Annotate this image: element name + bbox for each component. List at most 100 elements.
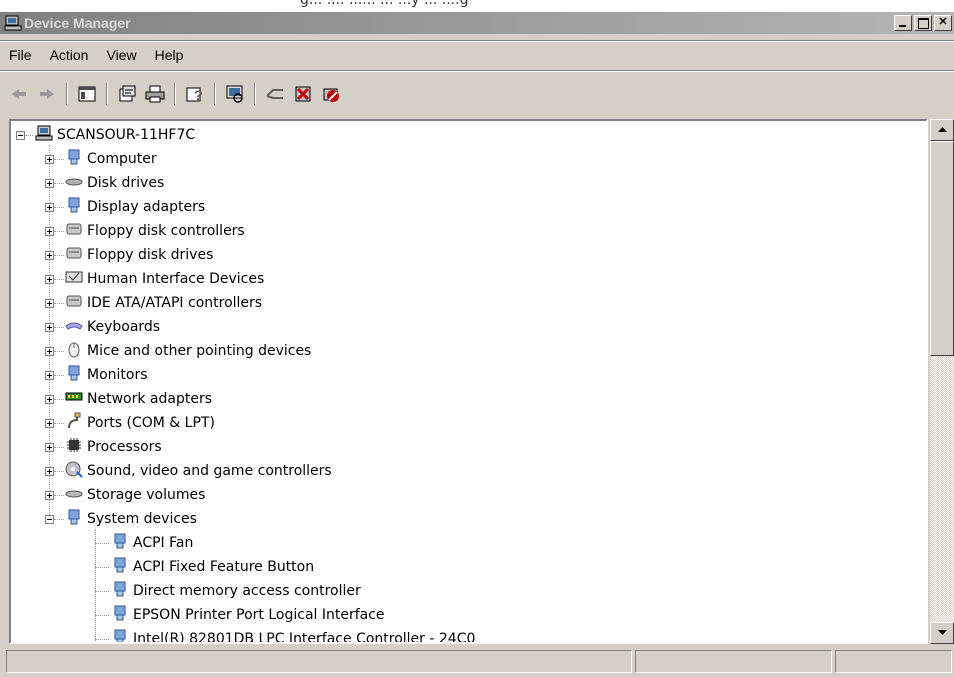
tree-category-keyboards[interactable]: Keyboards (65, 315, 160, 339)
tree-node-label: Sound, video and game controllers (87, 463, 332, 479)
minimize-button[interactable] (894, 15, 912, 31)
expand-toggle[interactable] (45, 227, 54, 236)
tree-node-label: Mice and other pointing devices (87, 343, 312, 359)
tree-category-processors[interactable]: Processors (65, 435, 162, 459)
vertical-scrollbar[interactable] (930, 119, 954, 644)
floppy-drive-icon (65, 244, 83, 266)
expand-toggle[interactable] (45, 347, 54, 356)
expand-toggle[interactable] (45, 419, 54, 428)
title-bar[interactable]: Device Manager ✕ (0, 12, 954, 34)
menu-bar: File Action View Help (0, 44, 192, 66)
system-device-icon (111, 604, 129, 626)
scroll-down-button[interactable] (930, 622, 954, 644)
forward-arrow-icon[interactable] (34, 81, 60, 107)
tree-category-ide-ata-atapi-controllers[interactable]: IDE ATA/ATAPI controllers (65, 291, 262, 315)
system-device-icon (111, 556, 129, 578)
expand-toggle[interactable] (45, 203, 54, 212)
system-device-icon (111, 580, 129, 602)
tree-line (54, 303, 64, 305)
tree-category-display-adapters[interactable]: Display adapters (65, 195, 205, 219)
tree-category-sound-video-and-game-controllers[interactable]: Sound, video and game controllers (65, 459, 332, 483)
tree-device-item[interactable]: ACPI Fan (111, 531, 193, 555)
sound-icon (65, 460, 83, 482)
expand-toggle[interactable] (45, 155, 54, 164)
disable-icon[interactable] (318, 81, 344, 107)
device-tree[interactable]: SCANSOUR-11HF7C Computer Disk drives Displa… (9, 119, 928, 644)
tree-line (95, 529, 97, 642)
tree-category-monitors[interactable]: Monitors (65, 363, 148, 387)
tree-device-item[interactable]: Intel(R) 82801DB LPC Interface Controlle… (111, 627, 475, 642)
menu-help[interactable]: Help (146, 44, 193, 66)
print-icon[interactable] (142, 81, 168, 107)
tree-category-floppy-disk-controllers[interactable]: Floppy disk controllers (65, 219, 245, 243)
background-text-fragment: g... .... ...... ... ...y ... ....g (0, 0, 954, 12)
display-adapter-icon (65, 196, 83, 218)
tree-category-network-adapters[interactable]: Network adapters (65, 387, 212, 411)
scroll-thumb[interactable] (930, 141, 954, 356)
close-button[interactable]: ✕ (934, 15, 952, 31)
collapse-toggle[interactable] (45, 515, 54, 524)
tree-line (54, 351, 64, 353)
tree-root-node[interactable]: SCANSOUR-11HF7C (35, 123, 195, 147)
expand-toggle[interactable] (45, 443, 54, 452)
properties-icon[interactable] (114, 81, 140, 107)
toolbar-separator (66, 83, 68, 105)
menu-file[interactable]: File (0, 44, 41, 66)
expand-toggle[interactable] (45, 251, 54, 260)
tree-node-label: Storage volumes (87, 487, 206, 503)
tree-node-label: Floppy disk drives (87, 247, 214, 263)
tree-category-floppy-disk-drives[interactable]: Floppy disk drives (65, 243, 213, 267)
tree-category-ports-com-lpt[interactable]: Ports (COM & LPT) (65, 411, 215, 435)
expand-toggle[interactable] (45, 299, 54, 308)
tree-category-human-interface-devices[interactable]: Human Interface Devices (65, 267, 264, 291)
tree-device-item[interactable]: Direct memory access controller (111, 579, 361, 603)
tree-device-item[interactable]: ACPI Fixed Feature Button (111, 555, 314, 579)
tree-node-label: IDE ATA/ATAPI controllers (87, 295, 263, 311)
expand-toggle[interactable] (45, 467, 54, 476)
tree-line (54, 471, 64, 473)
expand-toggle[interactable] (45, 179, 54, 188)
tree-line (54, 423, 64, 425)
expand-toggle[interactable] (45, 491, 54, 500)
menu-action[interactable]: Action (41, 44, 98, 66)
scroll-up-button[interactable] (930, 119, 954, 141)
help-icon[interactable]: ? (182, 81, 208, 107)
tree-line (95, 543, 109, 545)
toolbar-separator (174, 83, 176, 105)
expand-toggle[interactable] (45, 275, 54, 284)
tree-line (54, 495, 64, 497)
expand-toggle[interactable] (45, 323, 54, 332)
toolbar-separator (106, 83, 108, 105)
collapse-toggle[interactable] (16, 131, 25, 140)
menu-view[interactable]: View (97, 44, 145, 66)
tree-line (54, 327, 64, 329)
port-icon (65, 412, 83, 434)
tree-category-disk-drives[interactable]: Disk drives (65, 171, 164, 195)
mouse-icon (65, 340, 83, 362)
tree-category-system-devices[interactable]: System devices (65, 507, 197, 531)
update-driver-icon[interactable] (262, 81, 288, 107)
scan-hardware-icon[interactable] (222, 81, 248, 107)
maximize-button[interactable] (914, 15, 932, 31)
tree-node-label: Monitors (87, 367, 148, 383)
expand-toggle[interactable] (45, 395, 54, 404)
monitor-icon (65, 364, 83, 386)
computer-icon (65, 148, 83, 170)
uninstall-icon[interactable] (290, 81, 316, 107)
processor-icon (65, 436, 83, 458)
tree-node-label: EPSON Printer Port Logical Interface (133, 607, 385, 623)
tree-line (54, 447, 64, 449)
tree-line (54, 375, 64, 377)
tree-category-mice-and-other-pointing-devices[interactable]: Mice and other pointing devices (65, 339, 311, 363)
show-hide-console-tree-icon[interactable] (74, 81, 100, 107)
tree-category-computer[interactable]: Computer (65, 147, 157, 171)
hid-icon (65, 268, 83, 290)
back-arrow-icon[interactable] (6, 81, 32, 107)
expand-toggle[interactable] (45, 371, 54, 380)
tree-node-label: Processors (87, 439, 162, 455)
divider (0, 70, 954, 72)
tree-node-label: ACPI Fan (133, 535, 194, 551)
tree-category-storage-volumes[interactable]: Storage volumes (65, 483, 205, 507)
tree-device-item[interactable]: EPSON Printer Port Logical Interface (111, 603, 385, 627)
tree-node-label: ACPI Fixed Feature Button (133, 559, 315, 575)
